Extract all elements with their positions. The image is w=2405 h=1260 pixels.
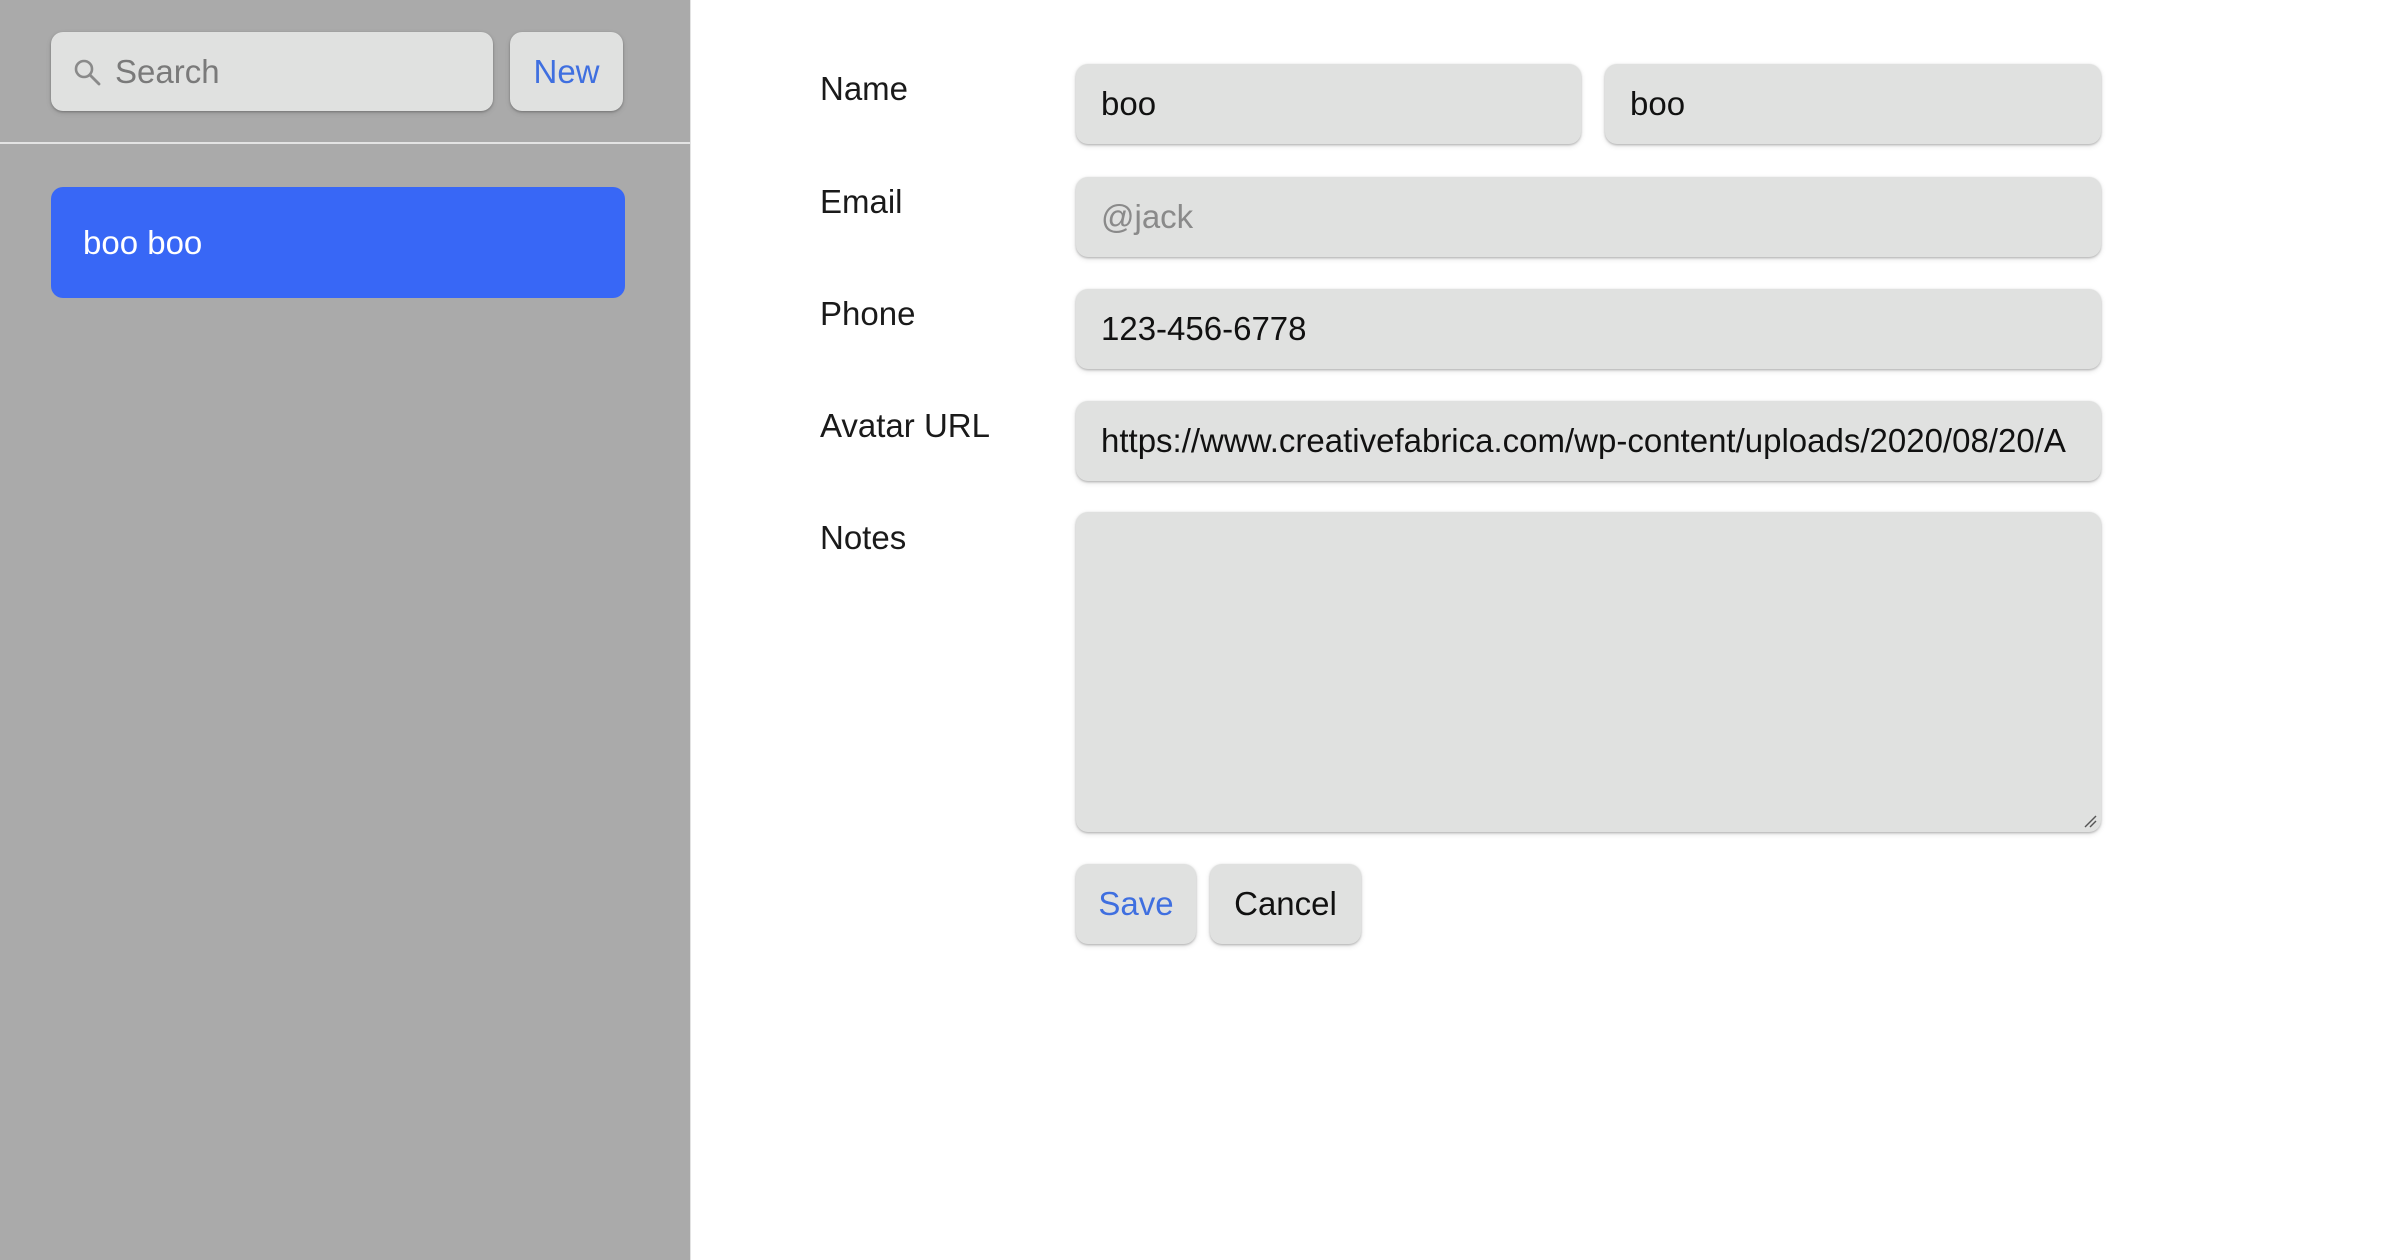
search-box[interactable] xyxy=(51,32,493,111)
contact-list: boo boo xyxy=(51,187,625,298)
search-icon xyxy=(74,59,101,86)
sidebar-header: New xyxy=(0,0,690,144)
avatar-url-input[interactable] xyxy=(1076,401,2101,481)
email-label: Email xyxy=(820,183,903,220)
app-window: New boo boo Name Email Phone Avatar URL … xyxy=(0,0,2405,1260)
email-input[interactable] xyxy=(1076,177,2101,257)
resize-handle-icon[interactable] xyxy=(2083,814,2097,828)
search-input[interactable] xyxy=(115,32,475,111)
avatar-url-label: Avatar URL xyxy=(820,407,990,444)
last-name-input[interactable] xyxy=(1605,64,2101,144)
contact-list-item-selected[interactable]: boo boo xyxy=(51,187,625,298)
contact-edit-form: Name Email Phone Avatar URL Notes Save C… xyxy=(691,0,2405,1260)
new-contact-button[interactable]: New xyxy=(510,32,623,111)
phone-label: Phone xyxy=(820,295,916,332)
phone-input[interactable] xyxy=(1076,289,2101,369)
first-name-input[interactable] xyxy=(1076,64,1581,144)
name-label: Name xyxy=(820,70,909,107)
notes-label: Notes xyxy=(820,519,907,556)
cancel-button[interactable]: Cancel xyxy=(1210,864,1361,944)
save-button[interactable]: Save xyxy=(1076,864,1196,944)
notes-textarea[interactable] xyxy=(1076,512,2101,832)
sidebar: New boo boo xyxy=(0,0,691,1260)
